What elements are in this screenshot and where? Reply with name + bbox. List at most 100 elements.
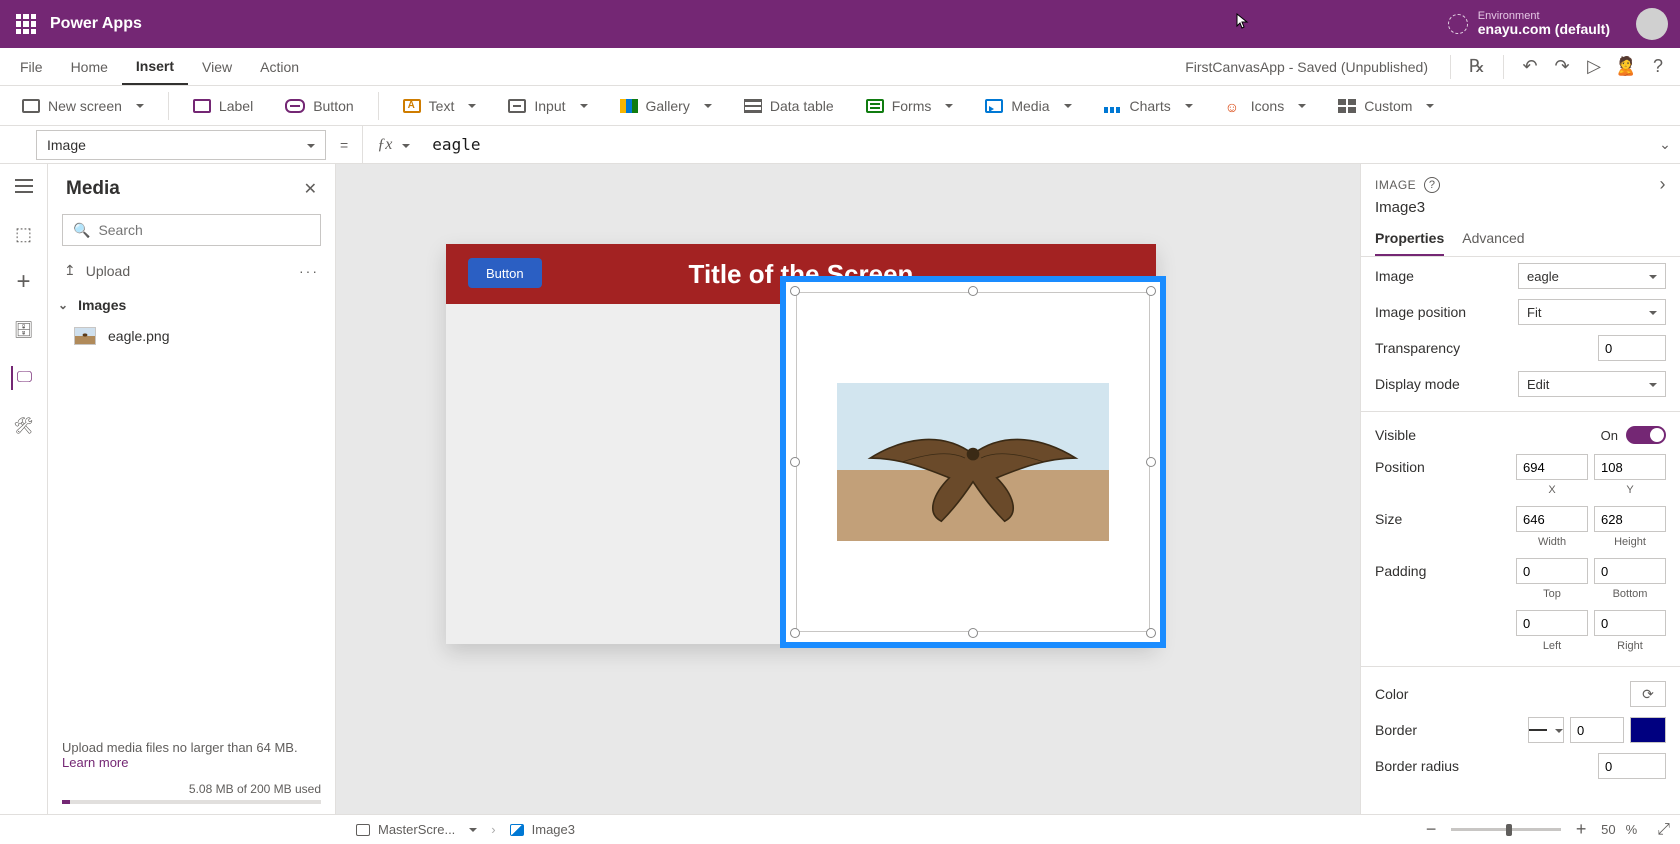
menu-file[interactable]: File [6,48,57,85]
prop-size-width[interactable] [1516,506,1588,532]
prop-color-picker[interactable]: ⟳ [1630,681,1666,707]
control-category: IMAGE [1375,178,1416,192]
app-launcher-icon[interactable] [16,14,36,34]
canvas[interactable]: Button Title of the Screen [336,164,1360,814]
preview-button[interactable]: ▷ [1578,51,1610,83]
new-screen-button[interactable]: New screen [8,86,158,125]
media-search[interactable]: 🔍 [62,214,321,246]
prop-display-mode-select[interactable]: Edit [1518,371,1666,397]
rail-data[interactable]: 🗄 [12,318,36,342]
help-button[interactable]: ? [1642,51,1674,83]
close-panel-button[interactable]: ✕ [304,179,317,199]
resize-handle[interactable] [790,286,800,296]
search-input[interactable] [98,222,310,238]
sublabel-bottom: Bottom [1594,588,1666,600]
property-name: Image [47,137,86,153]
insert-input-menu[interactable]: Input [494,86,601,125]
learn-more-link[interactable]: Learn more [62,755,128,770]
prop-padding-top[interactable] [1516,558,1588,584]
rail-insert[interactable]: + [12,270,36,294]
resize-handle[interactable] [968,628,978,638]
menu-view[interactable]: View [188,48,246,85]
resize-handle[interactable] [968,286,978,296]
label-icon [193,99,211,113]
upload-button[interactable]: Upload [86,263,130,279]
expand-formula-button[interactable]: ⌄ [1650,136,1680,153]
statusbar: MasterScre... › Image3 − + 50 % ⤢ [0,814,1680,844]
resize-handle[interactable] [790,628,800,638]
insert-button-button[interactable]: Button [271,86,367,125]
rail-advanced-tools[interactable]: 🛠 [12,414,36,438]
share-button[interactable]: 🙎 [1610,51,1642,83]
formula-input[interactable] [424,130,1650,160]
section-images[interactable]: ⌄ Images [48,289,335,321]
prop-transparency-input[interactable] [1598,335,1666,361]
rail-tree-view[interactable]: ⬚ [12,222,36,246]
prop-padding-left[interactable] [1516,610,1588,636]
menu-home[interactable]: Home [57,48,122,85]
insert-text-menu[interactable]: Text [389,86,491,125]
insert-label-button[interactable]: Label [179,86,267,125]
zoom-value: 50 [1601,822,1615,837]
tab-advanced[interactable]: Advanced [1462,224,1524,256]
rail-media[interactable]: 🖵 [11,366,35,390]
breadcrumb-separator: › [487,822,499,837]
app-header: Power Apps Environment enayu.com (defaul… [0,0,1680,48]
insert-datatable-button[interactable]: Data table [730,86,848,125]
canvas-button-control[interactable]: Button [468,258,542,288]
upload-icon: ↥ [64,262,76,279]
prop-visible-toggle[interactable] [1626,426,1666,444]
fx-button[interactable]: ƒx [362,126,424,163]
expand-panel-button[interactable]: › [1660,174,1667,195]
environment-switcher[interactable]: Environment enayu.com (default) [1448,10,1610,37]
prop-color-label: Color [1375,686,1630,702]
brand-name: Power Apps [50,15,142,33]
insert-custom-menu[interactable]: Custom [1324,86,1448,125]
menu-action[interactable]: Action [246,48,313,85]
insert-gallery-menu[interactable]: Gallery [606,86,726,125]
prop-padding-right[interactable] [1594,610,1666,636]
breadcrumb-screen[interactable]: MasterScre... [356,822,477,837]
resize-handle[interactable] [1146,457,1156,467]
media-panel: Media ✕ 🔍 ↥ Upload ··· ⌄ Images eagle.pn… [48,164,336,814]
prop-position-y[interactable] [1594,454,1666,480]
resize-handle[interactable] [1146,286,1156,296]
prop-border-radius-input[interactable] [1598,753,1666,779]
selected-image-control[interactable] [780,276,1166,648]
insert-media-menu[interactable]: Media [971,86,1085,125]
user-avatar[interactable] [1636,8,1668,40]
zoom-in-button[interactable]: + [1571,820,1591,840]
prop-padding-bottom[interactable] [1594,558,1666,584]
prop-size-height[interactable] [1594,506,1666,532]
insert-icons-menu[interactable]: Icons [1211,86,1320,125]
text-icon [403,99,421,113]
zoom-out-button[interactable]: − [1421,820,1441,840]
more-options-button[interactable]: ··· [299,263,319,279]
fit-to-window-button[interactable]: ⤢ [1647,821,1670,839]
zoom-slider[interactable] [1451,828,1561,831]
tab-properties[interactable]: Properties [1375,224,1444,256]
equals-sign: = [326,137,362,153]
info-icon[interactable]: ? [1424,177,1440,193]
insert-forms-menu[interactable]: Forms [852,86,968,125]
media-item[interactable]: eagle.png [48,321,335,351]
resize-handle[interactable] [1146,628,1156,638]
resize-handle[interactable] [790,457,800,467]
insert-charts-menu[interactable]: Charts [1090,86,1207,125]
app-checker-icon[interactable]: ℞ [1461,51,1493,83]
prop-border-style[interactable] [1528,717,1564,743]
menu-insert[interactable]: Insert [122,48,188,85]
prop-image-select[interactable]: eagle [1518,263,1666,289]
property-selector[interactable]: Image [36,130,326,160]
globe-icon [1448,14,1468,34]
redo-button[interactable]: ↷ [1546,51,1578,83]
prop-border-width[interactable] [1570,717,1624,743]
prop-position-x[interactable] [1516,454,1588,480]
gallery-icon [620,99,638,113]
prop-size-label: Size [1375,511,1516,527]
undo-button[interactable]: ↶ [1514,51,1546,83]
prop-border-color[interactable] [1630,717,1666,743]
prop-image-position-select[interactable]: Fit [1518,299,1666,325]
breadcrumb-control[interactable]: Image3 [510,822,575,837]
rail-toggle[interactable] [12,174,36,198]
